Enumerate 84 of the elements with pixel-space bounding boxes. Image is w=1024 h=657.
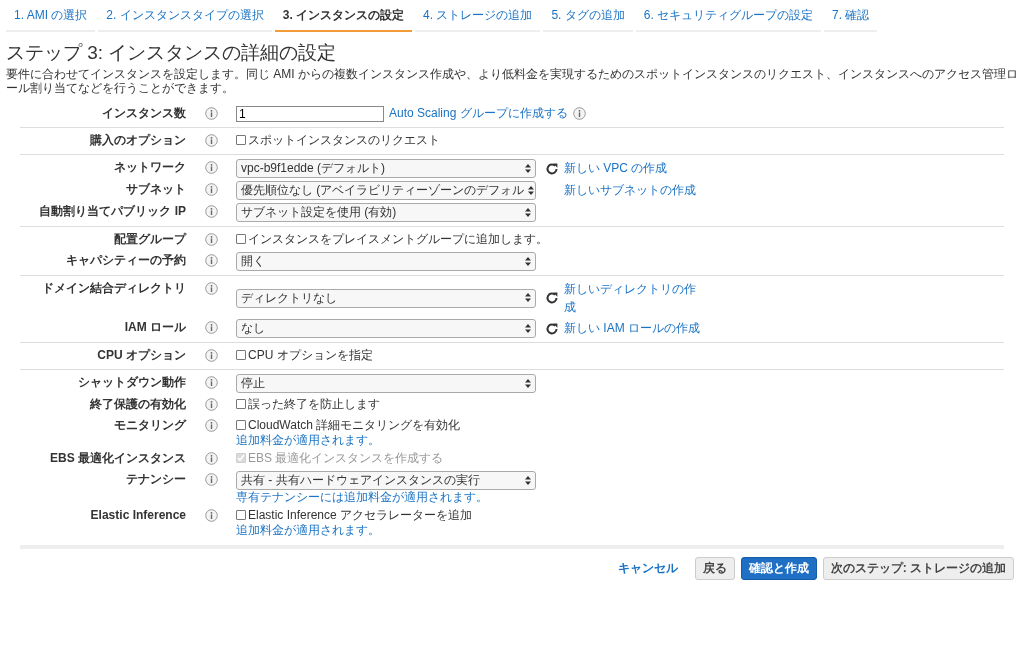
link[interactable]: 新しい IAM ロールの作成: [564, 320, 700, 337]
select-dropdown[interactable]: ディレクトリなし: [236, 288, 536, 308]
info-icon[interactable]: [572, 107, 586, 120]
field-label: モニタリング: [114, 417, 186, 433]
checkbox-label: CloudWatch 詳細モニタリングを有効化: [248, 417, 461, 433]
pricing-note-link[interactable]: 追加料金が適用されます。: [236, 523, 380, 537]
refresh-icon[interactable]: [545, 291, 559, 305]
checkbox[interactable]: [236, 399, 246, 409]
input-field[interactable]: 1: [236, 105, 384, 122]
field-label: 自動割り当てパブリック IP: [39, 203, 186, 219]
checkbox[interactable]: [236, 420, 246, 430]
info-icon[interactable]: [204, 183, 218, 196]
field-label: ネットワーク: [114, 159, 186, 175]
checkbox[interactable]: [236, 234, 246, 244]
select-dropdown[interactable]: 共有 - 共有ハードウェアインスタンスの実行: [236, 471, 536, 490]
wizard-tab[interactable]: 5. タグの追加: [543, 4, 633, 32]
field-label: テナンシー: [126, 471, 186, 487]
wizard-tab[interactable]: 4. ストレージの追加: [415, 4, 541, 32]
pricing-note-link[interactable]: 専有テナンシーには追加料金が適用されます。: [236, 490, 488, 504]
wizard-tab[interactable]: 3. インスタンスの設定: [274, 4, 413, 32]
updown-caret-icon: [525, 207, 531, 217]
info-icon[interactable]: [204, 205, 218, 218]
wizard-tab[interactable]: 7. 確認: [824, 4, 878, 32]
checkbox-label: 誤った終了を防止します: [248, 396, 380, 412]
info-icon[interactable]: [204, 349, 218, 362]
field-label: IAM ロール: [124, 319, 186, 335]
wizard-tab[interactable]: 1. AMI の選択: [6, 4, 96, 32]
field-label: ドメイン結合ディレクトリ: [42, 280, 186, 296]
field-label: EBS 最適化インスタンス: [50, 450, 186, 466]
page-description: 要件に合わせてインスタンスを設定します。同じ AMI からの複数インスタンス作成や、より低料金を実現するためのスポットインスタンスのリクエスト、インスタンスへのアクセス管理ロール割り当てなどを行うことができます。: [6, 67, 1018, 95]
field-label: 配置グループ: [114, 231, 186, 247]
cancel-link[interactable]: キャンセル: [610, 557, 685, 580]
info-icon[interactable]: [204, 376, 218, 389]
info-icon[interactable]: [204, 161, 218, 174]
field-label: サブネット: [126, 181, 186, 197]
info-icon[interactable]: [204, 398, 218, 411]
refresh-icon[interactable]: [545, 321, 559, 336]
checkbox-label: CPU オプションを指定: [248, 347, 373, 363]
select-dropdown[interactable]: なし: [236, 319, 536, 338]
wizard-tab[interactable]: 2. インスタンスタイプの選択: [98, 4, 272, 32]
select-dropdown[interactable]: 停止: [236, 374, 536, 393]
info-icon[interactable]: [204, 473, 218, 486]
info-icon[interactable]: [204, 282, 218, 295]
checkbox[interactable]: [236, 135, 246, 145]
link[interactable]: Auto Scaling グループに作成する: [389, 105, 568, 122]
field-label: 終了保護の有効化: [90, 396, 186, 412]
link[interactable]: 新しいサブネットの作成: [564, 182, 696, 199]
checkbox-label: EBS 最適化インスタンスを作成する: [248, 450, 444, 466]
info-icon[interactable]: [204, 419, 218, 432]
updown-caret-icon: [525, 163, 531, 173]
info-icon[interactable]: [204, 233, 218, 246]
info-icon[interactable]: [204, 452, 218, 465]
field-label: CPU オプション: [97, 347, 186, 363]
select-dropdown[interactable]: 優先順位なし (アベイラビリティーゾーンのデフォル: [236, 181, 536, 200]
updown-caret-icon: [525, 293, 531, 302]
field-label: Elastic Inference: [90, 507, 186, 523]
info-icon[interactable]: [204, 107, 218, 120]
field-label: キャパシティーの予約: [66, 252, 186, 268]
info-icon[interactable]: [204, 254, 218, 267]
link[interactable]: 新しいディレクトリの作成: [564, 280, 699, 316]
updown-caret-icon: [525, 256, 531, 266]
info-icon[interactable]: [204, 509, 218, 522]
updown-caret-icon: [525, 323, 531, 333]
select-dropdown[interactable]: vpc-b9f1edde (デフォルト): [236, 159, 536, 178]
checkbox-label: Elastic Inference アクセラレーターを追加: [248, 507, 473, 523]
updown-caret-icon: [525, 378, 531, 388]
updown-caret-icon: [528, 185, 535, 195]
checkbox[interactable]: [236, 350, 246, 360]
page-title: ステップ 3: インスタンスの詳細の設定: [6, 41, 338, 65]
updown-caret-icon: [525, 475, 531, 485]
info-icon[interactable]: [204, 134, 218, 147]
refresh-icon[interactable]: [545, 161, 559, 176]
checkbox[interactable]: [236, 510, 246, 520]
checkbox-label: インスタンスをプレイスメントグループに追加します。: [248, 231, 548, 247]
info-icon[interactable]: [204, 321, 218, 334]
checkbox-label: スポットインスタンスのリクエスト: [248, 132, 440, 148]
field-label: 購入のオプション: [90, 132, 186, 148]
link[interactable]: 新しい VPC の作成: [564, 160, 668, 177]
pricing-note-link[interactable]: 追加料金が適用されます。: [236, 433, 380, 447]
select-dropdown[interactable]: サブネット設定を使用 (有効): [236, 203, 536, 222]
field-label: シャットダウン動作: [78, 374, 186, 390]
select-dropdown[interactable]: 開く: [236, 252, 536, 271]
wizard-tab[interactable]: 6. セキュリティグループの設定: [635, 4, 822, 32]
field-label: インスタンス数: [102, 105, 186, 121]
